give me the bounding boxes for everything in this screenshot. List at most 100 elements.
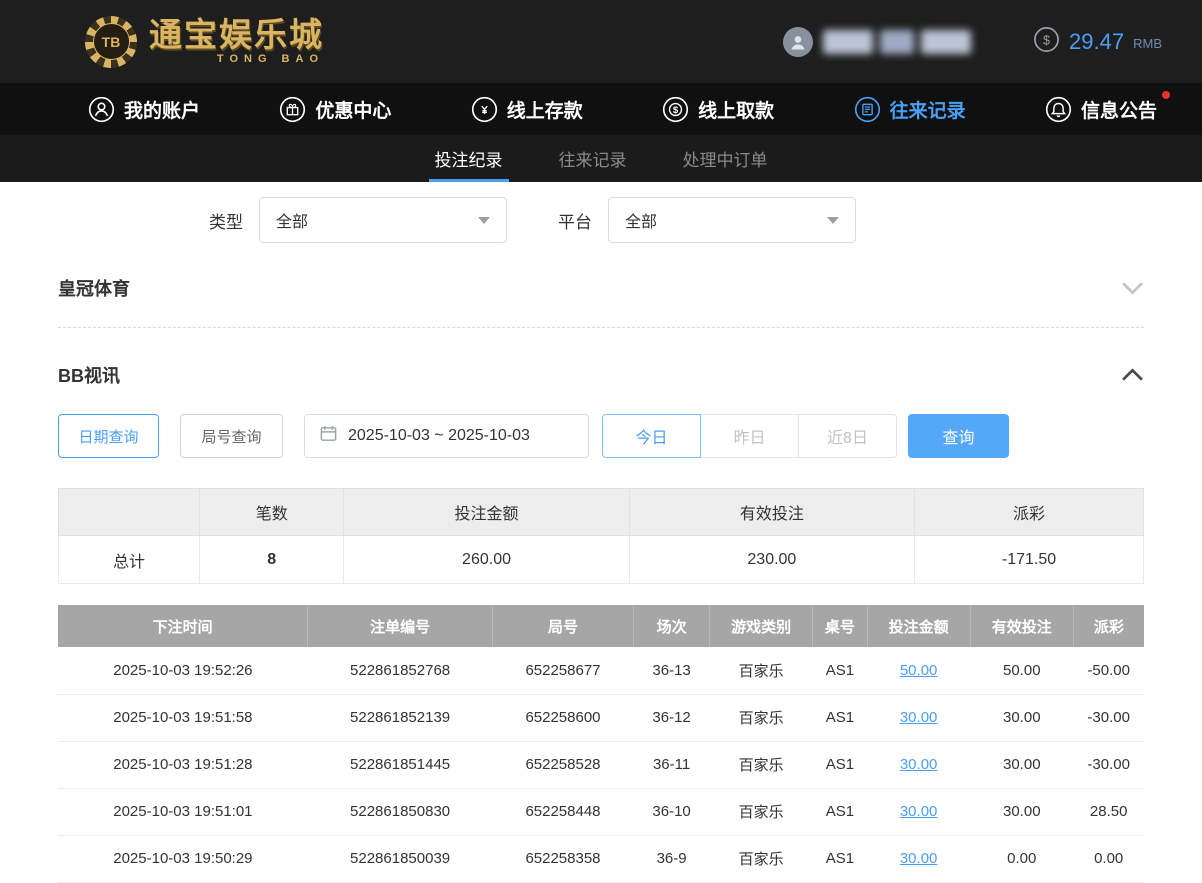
section-divider: [58, 327, 1144, 328]
column-header: 派彩: [914, 488, 1144, 536]
tab-betting-records[interactable]: 投注纪录: [428, 135, 509, 182]
table-row: 2025-10-03 19:51:58 522861852139 652258600…: [58, 694, 1144, 742]
round-query-button[interactable]: 局号查询: [180, 414, 283, 458]
cell-payout: -30.00: [1073, 741, 1144, 789]
column-header: 投注金额: [343, 488, 630, 536]
table-row: 2025-10-03 19:51:01 522861850830 652258448…: [58, 788, 1144, 836]
cell-round-id: 652258358: [492, 835, 634, 883]
column-header: 有效投注: [628, 488, 916, 536]
cell-bet-amount: 30.00: [867, 741, 971, 789]
logo-chip-label: TB: [92, 23, 130, 60]
nav-item-transaction-records[interactable]: 往来记录: [854, 96, 966, 123]
cell-round-id: 652258528: [492, 741, 634, 789]
calendar-icon: [319, 424, 338, 448]
main-nav: 我的账户 优惠中心 线上存款 $ 线上取款 往来记录 信息公告: [0, 83, 1202, 135]
cell-valid-bet: 30.00: [970, 694, 1074, 742]
chevron-down-icon: [827, 216, 839, 224]
cell-bet-amount: 30.00: [867, 788, 971, 836]
nav-item-announcements[interactable]: 信息公告: [1045, 90, 1170, 123]
type-select-value: 全部: [276, 214, 309, 231]
cell-round-id: 652258448: [492, 788, 634, 836]
user-avatar-icon[interactable]: [783, 26, 814, 57]
nav-item-withdraw[interactable]: $ 线上取款: [662, 96, 774, 123]
top-header: TB 通宝娱乐城 TONG BAO $ 29.47 RMB: [0, 0, 1202, 83]
summary-header-row: 笔数 投注金额 有效投注 派彩: [57, 488, 1144, 536]
section-bb-video[interactable]: BB视讯: [58, 362, 1144, 388]
summary-table: 笔数 投注金额 有效投注 派彩 总计 8 260.00 230.00 -171.…: [57, 488, 1144, 584]
section-title: BB视讯: [58, 366, 120, 386]
gift-icon: [279, 96, 306, 123]
bet-amount-link[interactable]: 30.00: [900, 756, 938, 773]
notification-badge: [1161, 90, 1170, 99]
nav-item-promotions[interactable]: 优惠中心: [279, 96, 391, 123]
cell-session: 36-9: [633, 835, 710, 883]
nav-item-label: 优惠中心: [315, 100, 392, 122]
table-row: 2025-10-03 19:50:29 522861850039 652258358…: [58, 835, 1144, 883]
cell-bet-time: 2025-10-03 19:52:26: [58, 647, 308, 695]
nav-item-label: 我的账户: [124, 100, 201, 122]
query-controls: 日期查询 局号查询 2025-10-03 ~ 2025-10-03 今日 昨日 …: [58, 414, 1144, 458]
nav-item-label: 信息公告: [1080, 100, 1157, 122]
column-header: 下注时间: [58, 605, 309, 647]
date-query-button[interactable]: 日期查询: [58, 414, 159, 458]
cell-table-no: AS1: [812, 835, 868, 883]
content: 类型 全部 平台 全部 皇冠体育 BB视讯 日期查询 局号查询 2025-10-…: [0, 182, 1202, 883]
bet-amount-link[interactable]: 30.00: [900, 850, 938, 867]
cell-session: 36-10: [633, 788, 710, 836]
cell-bet-id: 522861851445: [307, 741, 493, 789]
cell-payout: 28.50: [1073, 788, 1144, 836]
site-logo[interactable]: TB 通宝娱乐城 TONG BAO: [85, 15, 324, 68]
cell-valid-bet: 30.00: [970, 788, 1074, 836]
dollar-icon: $: [1033, 26, 1060, 58]
column-header: 桌号: [812, 605, 868, 647]
cell-round-id: 652258600: [492, 694, 634, 742]
cell-bet-id: 522861850830: [307, 788, 493, 836]
nav-item-deposit[interactable]: 线上存款: [471, 96, 583, 123]
section-title: 皇冠体育: [58, 279, 130, 299]
balance-currency: RMB: [1133, 36, 1162, 51]
chevron-down-icon[interactable]: [1121, 281, 1144, 295]
date-range-input[interactable]: 2025-10-03 ~ 2025-10-03: [304, 414, 589, 458]
tab-transaction-records[interactable]: 往来记录: [553, 135, 633, 182]
table-row: 2025-10-03 19:51:28 522861851445 652258528…: [58, 741, 1144, 789]
cell-game-type: 百家乐: [709, 694, 813, 742]
bet-amount-link[interactable]: 30.00: [900, 803, 938, 820]
column-header: 游戏类别: [709, 605, 814, 647]
column-header: 投注金额: [867, 605, 971, 647]
cell-payout: -30.00: [1073, 694, 1144, 742]
cell-valid-bet: 0.00: [970, 835, 1074, 883]
bet-amount-link[interactable]: 30.00: [900, 709, 938, 726]
column-header: 派彩: [1073, 605, 1144, 647]
bet-table-body: 2025-10-03 19:52:26 522861852768 652258677…: [58, 647, 1144, 883]
user-icon: [88, 96, 115, 123]
summary-bet-amount: 260.00: [343, 535, 630, 584]
username-blurred[interactable]: [823, 29, 972, 54]
balance[interactable]: $ 29.47 RMB: [1033, 26, 1162, 58]
balance-amount: 29.47: [1069, 28, 1125, 54]
records-icon: [854, 96, 881, 123]
nav-item-my-account[interactable]: 我的账户: [88, 96, 200, 123]
chevron-up-icon[interactable]: [1121, 368, 1144, 382]
nav-item-label: 往来记录: [889, 100, 966, 122]
cell-bet-amount: 30.00: [867, 694, 971, 742]
today-button[interactable]: 今日: [602, 414, 701, 458]
platform-select-value: 全部: [625, 214, 658, 231]
bet-table-header-row: 下注时间 注单编号 局号 场次 游戏类别 桌号 投注金额 有效投注 派彩: [58, 605, 1144, 647]
search-button[interactable]: 查询: [908, 414, 1009, 458]
chevron-down-icon: [478, 216, 490, 224]
yesterday-button[interactable]: 昨日: [700, 414, 799, 458]
type-select[interactable]: 全部: [259, 197, 507, 243]
cell-round-id: 652258677: [492, 647, 634, 695]
platform-select[interactable]: 全部: [608, 197, 856, 243]
nav-item-label: 线上存款: [506, 100, 583, 122]
cell-session: 36-12: [633, 694, 710, 742]
cell-table-no: AS1: [812, 694, 868, 742]
cell-payout: 0.00: [1073, 835, 1144, 883]
quick-range-group: 今日 昨日 近8日: [602, 414, 897, 458]
last-8-days-button[interactable]: 近8日: [798, 414, 897, 458]
tab-processing-orders[interactable]: 处理中订单: [677, 135, 774, 182]
cell-bet-id: 522861850039: [307, 835, 493, 883]
section-crown-sports[interactable]: 皇冠体育: [58, 275, 1144, 301]
deposit-coin-icon: [471, 96, 498, 123]
bet-amount-link[interactable]: 50.00: [900, 662, 938, 679]
